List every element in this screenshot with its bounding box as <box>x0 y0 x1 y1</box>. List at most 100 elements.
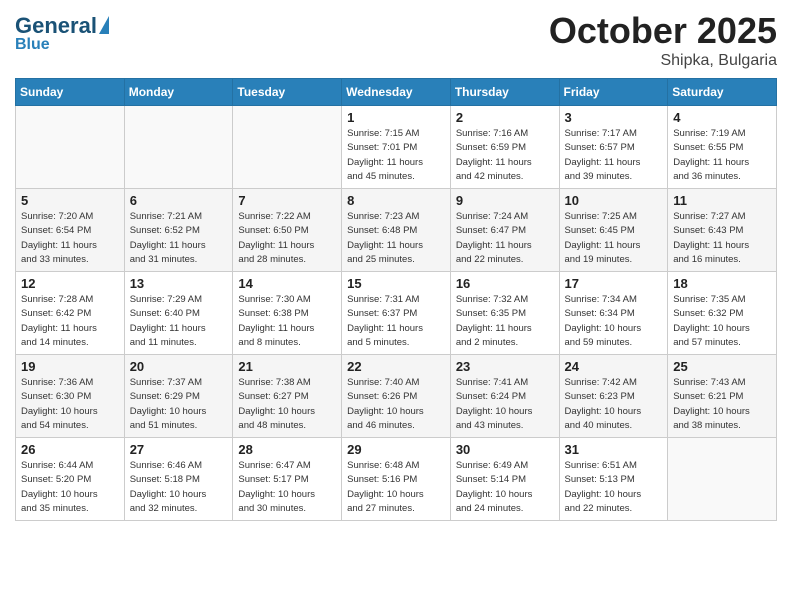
logo: General Blue <box>15 15 109 53</box>
calendar-cell: 1 Sunrise: 7:15 AMSunset: 7:01 PMDaylight… <box>342 106 451 189</box>
calendar-cell: 19 Sunrise: 7:36 AMSunset: 6:30 PMDayligh… <box>16 355 125 438</box>
day-number: 24 <box>565 359 663 374</box>
day-number: 17 <box>565 276 663 291</box>
calendar-cell: 21 Sunrise: 7:38 AMSunset: 6:27 PMDayligh… <box>233 355 342 438</box>
logo-general: General <box>15 15 97 37</box>
day-number: 10 <box>565 193 663 208</box>
day-info: Sunrise: 7:40 AMSunset: 6:26 PMDaylight:… <box>347 376 445 433</box>
day-info: Sunrise: 7:20 AMSunset: 6:54 PMDaylight:… <box>21 210 119 267</box>
calendar-cell <box>16 106 125 189</box>
day-info: Sunrise: 7:35 AMSunset: 6:32 PMDaylight:… <box>673 293 771 350</box>
day-info: Sunrise: 7:36 AMSunset: 6:30 PMDaylight:… <box>21 376 119 433</box>
month-title: October 2025 <box>549 10 777 52</box>
day-number: 20 <box>130 359 228 374</box>
day-number: 29 <box>347 442 445 457</box>
calendar-cell: 25 Sunrise: 7:43 AMSunset: 6:21 PMDayligh… <box>668 355 777 438</box>
header-wednesday: Wednesday <box>342 79 451 106</box>
day-info: Sunrise: 7:38 AMSunset: 6:27 PMDaylight:… <box>238 376 336 433</box>
day-info: Sunrise: 7:34 AMSunset: 6:34 PMDaylight:… <box>565 293 663 350</box>
calendar-cell: 9 Sunrise: 7:24 AMSunset: 6:47 PMDaylight… <box>450 189 559 272</box>
calendar-cell <box>668 438 777 521</box>
day-number: 25 <box>673 359 771 374</box>
calendar-cell <box>124 106 233 189</box>
header-tuesday: Tuesday <box>233 79 342 106</box>
calendar-cell: 4 Sunrise: 7:19 AMSunset: 6:55 PMDaylight… <box>668 106 777 189</box>
day-number: 30 <box>456 442 554 457</box>
week-row-2: 5 Sunrise: 7:20 AMSunset: 6:54 PMDaylight… <box>16 189 777 272</box>
calendar-cell: 27 Sunrise: 6:46 AMSunset: 5:18 PMDayligh… <box>124 438 233 521</box>
calendar-cell: 8Sunrise: 7:23 AMSunset: 6:48 PMDaylight… <box>342 189 451 272</box>
day-number: 3 <box>565 110 663 125</box>
day-info: Sunrise: 7:15 AMSunset: 7:01 PMDaylight:… <box>347 127 445 184</box>
title-section: October 2025 Shipka, Bulgaria <box>549 10 777 70</box>
day-number: 4 <box>673 110 771 125</box>
day-number: 27 <box>130 442 228 457</box>
day-header-row: Sunday Monday Tuesday Wednesday Thursday… <box>16 79 777 106</box>
day-info: Sunrise: 7:37 AMSunset: 6:29 PMDaylight:… <box>130 376 228 433</box>
week-row-1: 1 Sunrise: 7:15 AMSunset: 7:01 PMDaylight… <box>16 106 777 189</box>
calendar-cell: 7Sunrise: 7:22 AMSunset: 6:50 PMDaylight… <box>233 189 342 272</box>
header-monday: Monday <box>124 79 233 106</box>
calendar-cell: 11 Sunrise: 7:27 AMSunset: 6:43 PMDayligh… <box>668 189 777 272</box>
day-number: 8 <box>347 193 445 208</box>
day-number: 1 <box>347 110 445 125</box>
day-info: Sunrise: 7:17 AMSunset: 6:57 PMDaylight:… <box>565 127 663 184</box>
day-info: Sunrise: 7:27 AMSunset: 6:43 PMDaylight:… <box>673 210 771 267</box>
day-number: 28 <box>238 442 336 457</box>
day-number: 11 <box>673 193 771 208</box>
day-info: Sunrise: 6:44 AMSunset: 5:20 PMDaylight:… <box>21 459 119 516</box>
day-info: Sunrise: 6:46 AMSunset: 5:18 PMDaylight:… <box>130 459 228 516</box>
calendar-cell: 16Sunrise: 7:32 AMSunset: 6:35 PMDayligh… <box>450 272 559 355</box>
calendar-cell: 31Sunrise: 6:51 AMSunset: 5:13 PMDayligh… <box>559 438 668 521</box>
day-number: 16 <box>456 276 554 291</box>
calendar-cell: 13Sunrise: 7:29 AMSunset: 6:40 PMDayligh… <box>124 272 233 355</box>
day-info: Sunrise: 6:49 AMSunset: 5:14 PMDaylight:… <box>456 459 554 516</box>
day-number: 18 <box>673 276 771 291</box>
logo-triangle-icon <box>99 16 109 34</box>
calendar-cell: 29Sunrise: 6:48 AMSunset: 5:16 PMDayligh… <box>342 438 451 521</box>
header-friday: Friday <box>559 79 668 106</box>
day-number: 6 <box>130 193 228 208</box>
day-info: Sunrise: 7:29 AMSunset: 6:40 PMDaylight:… <box>130 293 228 350</box>
calendar-cell: 3 Sunrise: 7:17 AMSunset: 6:57 PMDaylight… <box>559 106 668 189</box>
calendar-cell: 14Sunrise: 7:30 AMSunset: 6:38 PMDayligh… <box>233 272 342 355</box>
day-info: Sunrise: 7:24 AMSunset: 6:47 PMDaylight:… <box>456 210 554 267</box>
calendar-cell: 17 Sunrise: 7:34 AMSunset: 6:34 PMDayligh… <box>559 272 668 355</box>
calendar-cell <box>233 106 342 189</box>
calendar-cell: 15 Sunrise: 7:31 AMSunset: 6:37 PMDayligh… <box>342 272 451 355</box>
calendar-cell: 2Sunrise: 7:16 AMSunset: 6:59 PMDaylight… <box>450 106 559 189</box>
day-number: 26 <box>21 442 119 457</box>
day-info: Sunrise: 7:21 AMSunset: 6:52 PMDaylight:… <box>130 210 228 267</box>
calendar-cell: 23Sunrise: 7:41 AMSunset: 6:24 PMDayligh… <box>450 355 559 438</box>
calendar-cell: 24 Sunrise: 7:42 AMSunset: 6:23 PMDayligh… <box>559 355 668 438</box>
day-number: 14 <box>238 276 336 291</box>
header-saturday: Saturday <box>668 79 777 106</box>
day-number: 9 <box>456 193 554 208</box>
calendar-cell: 22 Sunrise: 7:40 AMSunset: 6:26 PMDayligh… <box>342 355 451 438</box>
calendar-cell: 26 Sunrise: 6:44 AMSunset: 5:20 PMDayligh… <box>16 438 125 521</box>
calendar-cell: 12Sunrise: 7:28 AMSunset: 6:42 PMDayligh… <box>16 272 125 355</box>
day-number: 2 <box>456 110 554 125</box>
week-row-5: 26 Sunrise: 6:44 AMSunset: 5:20 PMDayligh… <box>16 438 777 521</box>
day-info: Sunrise: 7:43 AMSunset: 6:21 PMDaylight:… <box>673 376 771 433</box>
week-row-3: 12Sunrise: 7:28 AMSunset: 6:42 PMDayligh… <box>16 272 777 355</box>
day-number: 19 <box>21 359 119 374</box>
calendar-cell: 6 Sunrise: 7:21 AMSunset: 6:52 PMDaylight… <box>124 189 233 272</box>
day-info: Sunrise: 7:22 AMSunset: 6:50 PMDaylight:… <box>238 210 336 267</box>
day-info: Sunrise: 7:25 AMSunset: 6:45 PMDaylight:… <box>565 210 663 267</box>
calendar-cell: 10 Sunrise: 7:25 AMSunset: 6:45 PMDayligh… <box>559 189 668 272</box>
location-subtitle: Shipka, Bulgaria <box>549 52 777 70</box>
calendar-table: Sunday Monday Tuesday Wednesday Thursday… <box>15 78 777 521</box>
day-info: Sunrise: 7:31 AMSunset: 6:37 PMDaylight:… <box>347 293 445 350</box>
day-info: Sunrise: 7:28 AMSunset: 6:42 PMDaylight:… <box>21 293 119 350</box>
header-sunday: Sunday <box>16 79 125 106</box>
calendar-cell: 5 Sunrise: 7:20 AMSunset: 6:54 PMDaylight… <box>16 189 125 272</box>
day-info: Sunrise: 7:19 AMSunset: 6:55 PMDaylight:… <box>673 127 771 184</box>
logo-blue: Blue <box>15 37 50 53</box>
day-number: 22 <box>347 359 445 374</box>
day-info: Sunrise: 6:51 AMSunset: 5:13 PMDaylight:… <box>565 459 663 516</box>
day-number: 21 <box>238 359 336 374</box>
day-info: Sunrise: 7:42 AMSunset: 6:23 PMDaylight:… <box>565 376 663 433</box>
day-number: 15 <box>347 276 445 291</box>
day-number: 5 <box>21 193 119 208</box>
